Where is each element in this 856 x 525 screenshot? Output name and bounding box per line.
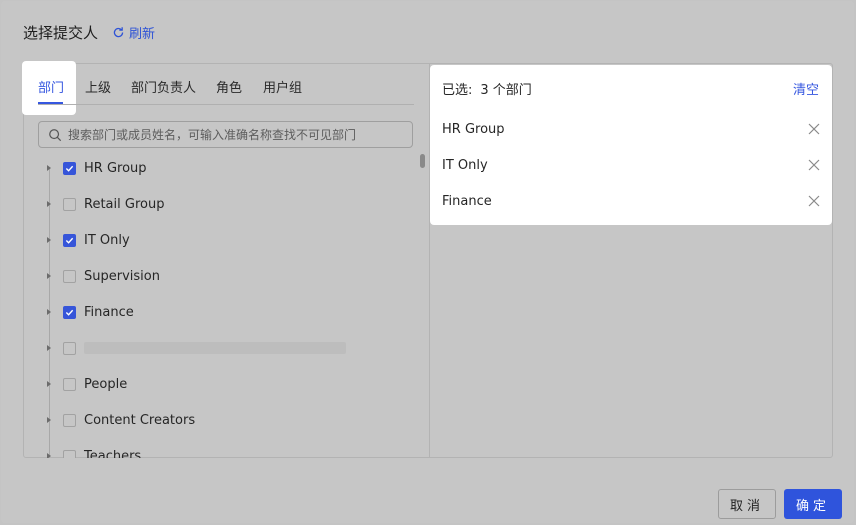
tree-row-label: IT Only <box>84 232 130 248</box>
checkbox[interactable] <box>63 377 76 391</box>
expand-arrow-icon[interactable] <box>38 453 60 458</box>
redacted-label <box>84 342 346 354</box>
dialog-header: 选择提交人 刷新 <box>23 21 155 43</box>
tree-scrollbar-thumb[interactable] <box>420 154 425 168</box>
tab-superior[interactable]: 上级 <box>85 77 111 96</box>
tree-row[interactable]: HR Group <box>38 156 147 180</box>
selected-item-label: HR Group <box>442 121 505 137</box>
tab-department-head[interactable]: 部门负责人 <box>131 77 196 96</box>
expand-arrow-icon[interactable] <box>38 165 60 171</box>
tree-row-label: Retail Group <box>84 196 165 212</box>
tree-row[interactable]: Teachers <box>38 444 141 458</box>
tree-row-label: HR Group <box>84 160 147 176</box>
search-box[interactable] <box>38 121 413 148</box>
checkbox[interactable] <box>63 269 76 283</box>
check-icon <box>65 309 74 316</box>
expand-arrow-icon[interactable] <box>38 345 60 351</box>
dialog-title: 选择提交人 <box>23 23 99 42</box>
selected-item-label: Finance <box>442 193 492 209</box>
search-input[interactable] <box>68 127 398 142</box>
checkbox-checked[interactable] <box>63 305 76 319</box>
checkbox[interactable] <box>63 197 76 211</box>
selected-item: IT Only <box>442 155 820 175</box>
tree-row-label: Content Creators <box>84 412 196 428</box>
checkbox[interactable] <box>63 449 76 458</box>
expand-arrow-icon[interactable] <box>38 201 60 207</box>
tab-user-group[interactable]: 用户组 <box>263 77 302 96</box>
tree-row-label: Finance <box>84 304 134 320</box>
tree-row[interactable]: IT Only <box>38 228 130 252</box>
tab-bar: 部门 上级 部门负责人 角色 用户组 <box>22 61 414 115</box>
selected-summary: 已选: 3 个部门 <box>442 79 532 98</box>
refresh-button[interactable]: 刷新 <box>112 23 155 42</box>
tree-row[interactable]: Content Creators <box>38 408 195 432</box>
department-tree: HR Group Retail Group IT Only Supervisio… <box>38 156 408 458</box>
close-icon[interactable] <box>808 123 820 135</box>
selected-item-label: IT Only <box>442 157 488 173</box>
tree-row[interactable]: People <box>38 372 127 396</box>
clear-button[interactable]: 清空 <box>793 79 819 98</box>
selected-list-card: 已选: 3 个部门 清空 HR Group IT Only Finance <box>430 65 832 225</box>
expand-arrow-icon[interactable] <box>38 309 60 315</box>
checkbox-checked[interactable] <box>63 161 76 175</box>
selected-prefix: 已选: <box>442 83 473 98</box>
checkbox-checked[interactable] <box>63 233 76 247</box>
checkbox[interactable] <box>63 341 76 355</box>
tree-row[interactable]: Retail Group <box>38 192 164 216</box>
tree-row[interactable]: Supervision <box>38 264 160 288</box>
refresh-icon <box>113 26 124 37</box>
cancel-button[interactable]: 取消 <box>718 489 776 519</box>
expand-arrow-icon[interactable] <box>38 417 60 423</box>
expand-arrow-icon[interactable] <box>38 381 60 387</box>
selected-count: 3 个部门 <box>480 83 532 98</box>
close-icon[interactable] <box>808 159 820 171</box>
tree-row[interactable]: Finance <box>38 300 134 324</box>
tree-row-label: Teachers <box>84 448 142 459</box>
expand-arrow-icon[interactable] <box>38 237 60 243</box>
close-icon[interactable] <box>808 195 820 207</box>
tab-department[interactable]: 部门 <box>38 77 64 96</box>
tree-row-label: Supervision <box>84 268 160 284</box>
confirm-button[interactable]: 确定 <box>784 489 842 519</box>
selected-item: HR Group <box>442 119 820 139</box>
selected-item: Finance <box>442 191 820 211</box>
checkbox[interactable] <box>63 413 76 427</box>
expand-arrow-icon[interactable] <box>38 273 60 279</box>
check-icon <box>65 165 74 172</box>
tab-role[interactable]: 角色 <box>216 77 242 96</box>
refresh-label: 刷新 <box>129 26 156 42</box>
tree-row[interactable] <box>38 336 346 360</box>
tab-bar-divider <box>38 104 414 105</box>
search-icon <box>49 128 62 141</box>
check-icon <box>65 237 74 244</box>
tree-row-label: People <box>84 376 128 392</box>
